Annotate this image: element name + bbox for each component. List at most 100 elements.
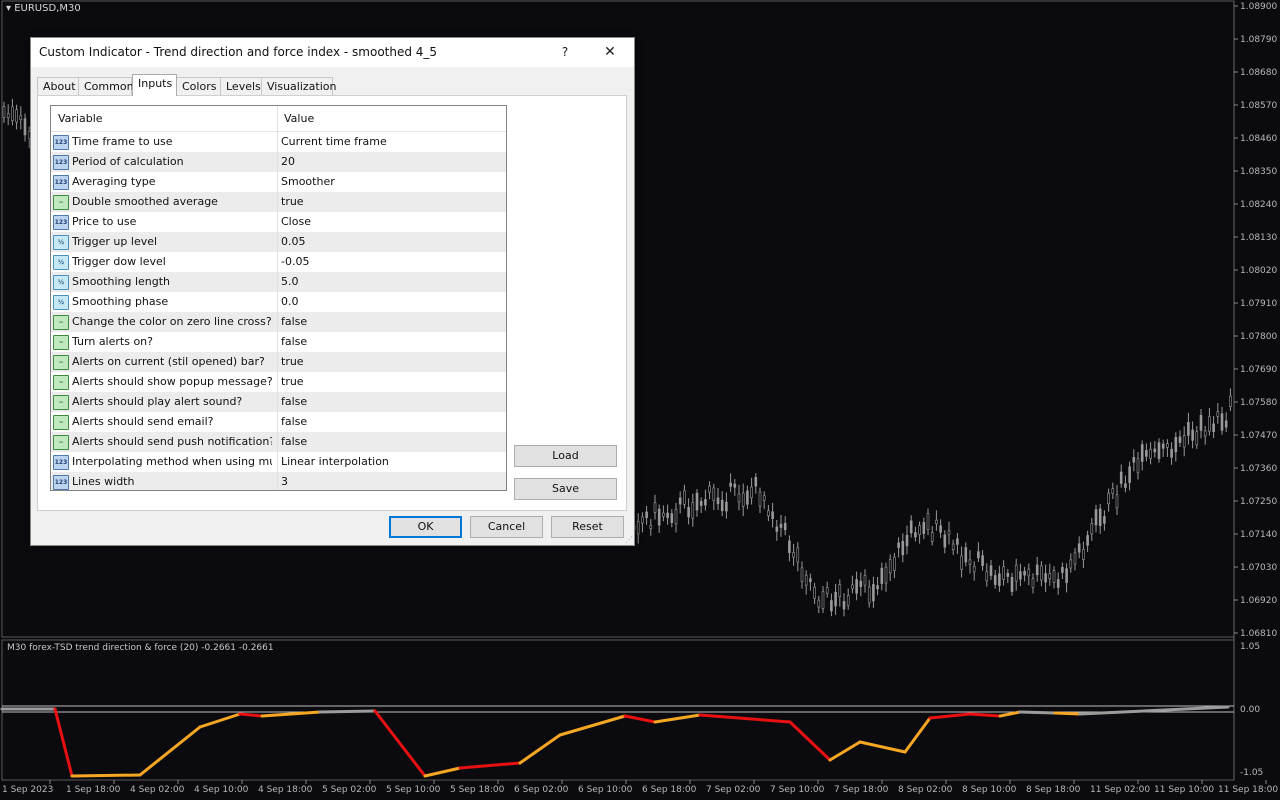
grid-row[interactable]: ~ Alerts should play alert sound? false xyxy=(51,392,506,412)
tab-visualization[interactable]: Visualization xyxy=(261,77,336,96)
row-value[interactable]: -0.05 xyxy=(281,255,309,268)
grid-row[interactable]: ~ Alerts should send push notification? fa… xyxy=(51,432,506,452)
candle-body xyxy=(666,512,669,518)
indicator-line-segment xyxy=(1053,711,1082,716)
row-value[interactable]: true xyxy=(281,195,304,208)
symbol-text: EURUSD,M30 xyxy=(14,3,81,14)
candle-body xyxy=(767,510,770,517)
candle-body xyxy=(872,584,875,602)
price-label: 1.06810 xyxy=(1240,629,1277,639)
grid-row[interactable]: 123 Period of calculation 20 xyxy=(51,152,506,172)
row-value[interactable]: Smoother xyxy=(281,175,335,188)
column-variable[interactable]: Variable xyxy=(58,112,103,125)
candle-body xyxy=(788,540,791,553)
int-type-icon: 123 xyxy=(53,135,69,150)
grid-row[interactable]: ~ Alerts on current (stil opened) bar? tru… xyxy=(51,352,506,372)
row-value[interactable]: false xyxy=(281,335,307,348)
candle-body xyxy=(859,580,863,588)
candle-body xyxy=(1132,457,1136,463)
row-value[interactable]: false xyxy=(281,315,307,328)
candle-body xyxy=(1090,523,1094,535)
candle-body xyxy=(649,525,653,529)
price-label: 1.06920 xyxy=(1240,596,1277,606)
tab-about[interactable]: About xyxy=(37,77,79,96)
tab-inputs[interactable]: Inputs xyxy=(132,74,177,96)
grid-row[interactable]: ~ Double smoothed average true xyxy=(51,192,506,212)
price-label: 1.08460 xyxy=(1240,134,1277,144)
grid-row[interactable]: ~ Alerts should show popup message? true xyxy=(51,372,506,392)
row-value[interactable]: 0.05 xyxy=(281,235,306,248)
candle-body xyxy=(1061,566,1064,573)
candle-body xyxy=(972,566,976,573)
cell-divider xyxy=(277,312,278,332)
cell-divider xyxy=(277,332,278,352)
row-value[interactable]: Linear interpolation xyxy=(281,455,389,468)
cell-divider xyxy=(277,212,278,232)
grid-row[interactable]: ½ Trigger dow level -0.05 xyxy=(51,252,506,272)
row-variable: Smoothing length xyxy=(72,275,171,288)
row-value[interactable]: false xyxy=(281,435,307,448)
candle-body xyxy=(23,118,27,136)
candle-body xyxy=(704,499,707,506)
grid-row[interactable]: ½ Trigger up level 0.05 xyxy=(51,232,506,252)
double-type-icon: ½ xyxy=(53,255,69,270)
row-value[interactable]: true xyxy=(281,375,304,388)
time-label: 1 Sep 18:00 xyxy=(66,785,121,795)
row-variable: Period of calculation xyxy=(72,155,184,168)
row-variable: Lines width xyxy=(72,475,135,488)
time-label: 4 Sep 02:00 xyxy=(130,785,185,795)
candle-body xyxy=(977,551,980,559)
row-value[interactable]: false xyxy=(281,415,307,428)
dialog-titlebar[interactable]: Custom Indicator - Trend direction and f… xyxy=(31,38,634,67)
row-value[interactable]: false xyxy=(281,395,307,408)
tab-common[interactable]: Common xyxy=(78,77,134,96)
dropdown-arrow-icon[interactable]: ▾ xyxy=(6,3,11,14)
grid-row[interactable]: ~ Alerts should send email? false xyxy=(51,412,506,432)
close-icon[interactable]: ✕ xyxy=(595,41,625,63)
int-type-icon: 123 xyxy=(53,175,69,190)
indicator-line-segment xyxy=(138,725,202,777)
column-value[interactable]: Value xyxy=(284,112,314,125)
grid-row[interactable]: 123 Averaging type Smoother xyxy=(51,172,506,192)
candle-body xyxy=(1023,570,1026,576)
row-value[interactable]: 20 xyxy=(281,155,295,168)
candle-body xyxy=(943,534,947,548)
candle-body xyxy=(636,521,640,535)
candle-body xyxy=(1107,492,1110,505)
save-button[interactable]: Save xyxy=(514,478,617,500)
time-label: 4 Sep 10:00 xyxy=(194,785,249,795)
indicator-line-segment xyxy=(198,712,242,729)
price-label: 1.07470 xyxy=(1240,431,1277,441)
row-value[interactable]: Current time frame xyxy=(281,135,387,148)
column-divider[interactable] xyxy=(277,106,278,131)
candle-body xyxy=(1178,436,1182,443)
candle-body xyxy=(1149,448,1152,459)
help-button[interactable]: ? xyxy=(550,41,580,63)
reset-button[interactable]: Reset xyxy=(551,516,624,538)
indicator-line-segment xyxy=(558,714,627,737)
load-button[interactable]: Load xyxy=(514,445,617,467)
row-value[interactable]: Close xyxy=(281,215,311,228)
resize-grip-icon[interactable]: ⋰ xyxy=(625,536,633,544)
grid-row[interactable]: 123 Price to use Close xyxy=(51,212,506,232)
inputs-grid[interactable]: Variable Value 123 Time frame to use Curre… xyxy=(50,105,507,491)
grid-row[interactable]: ½ Smoothing phase 0.0 xyxy=(51,292,506,312)
grid-row[interactable]: 123Interpolating method when using multi… xyxy=(51,452,506,472)
grid-row[interactable]: 123 Time frame to use Current time frame xyxy=(51,132,506,152)
grid-row[interactable]: ~ Turn alerts on? false xyxy=(51,332,506,352)
row-value[interactable]: true xyxy=(281,355,304,368)
int-type-icon: 123 xyxy=(53,215,69,230)
cancel-button[interactable]: Cancel xyxy=(470,516,543,538)
grid-row[interactable]: ½ Smoothing length 5.0 xyxy=(51,272,506,292)
row-value[interactable]: 3 xyxy=(281,475,288,488)
candle-body xyxy=(1082,549,1085,560)
row-value[interactable]: 5.0 xyxy=(281,275,299,288)
indicator-scale-label: -1.05 xyxy=(1240,768,1263,778)
row-value[interactable]: 0.0 xyxy=(281,295,299,308)
grid-row[interactable]: 123 Lines width 3 xyxy=(51,472,506,490)
candle-body xyxy=(956,538,959,545)
grid-row[interactable]: ~ Change the color on zero line cross? fal… xyxy=(51,312,506,332)
tab-levels[interactable]: Levels xyxy=(220,77,266,96)
tab-colors[interactable]: Colors xyxy=(176,77,221,96)
ok-button[interactable]: OK xyxy=(389,516,462,538)
